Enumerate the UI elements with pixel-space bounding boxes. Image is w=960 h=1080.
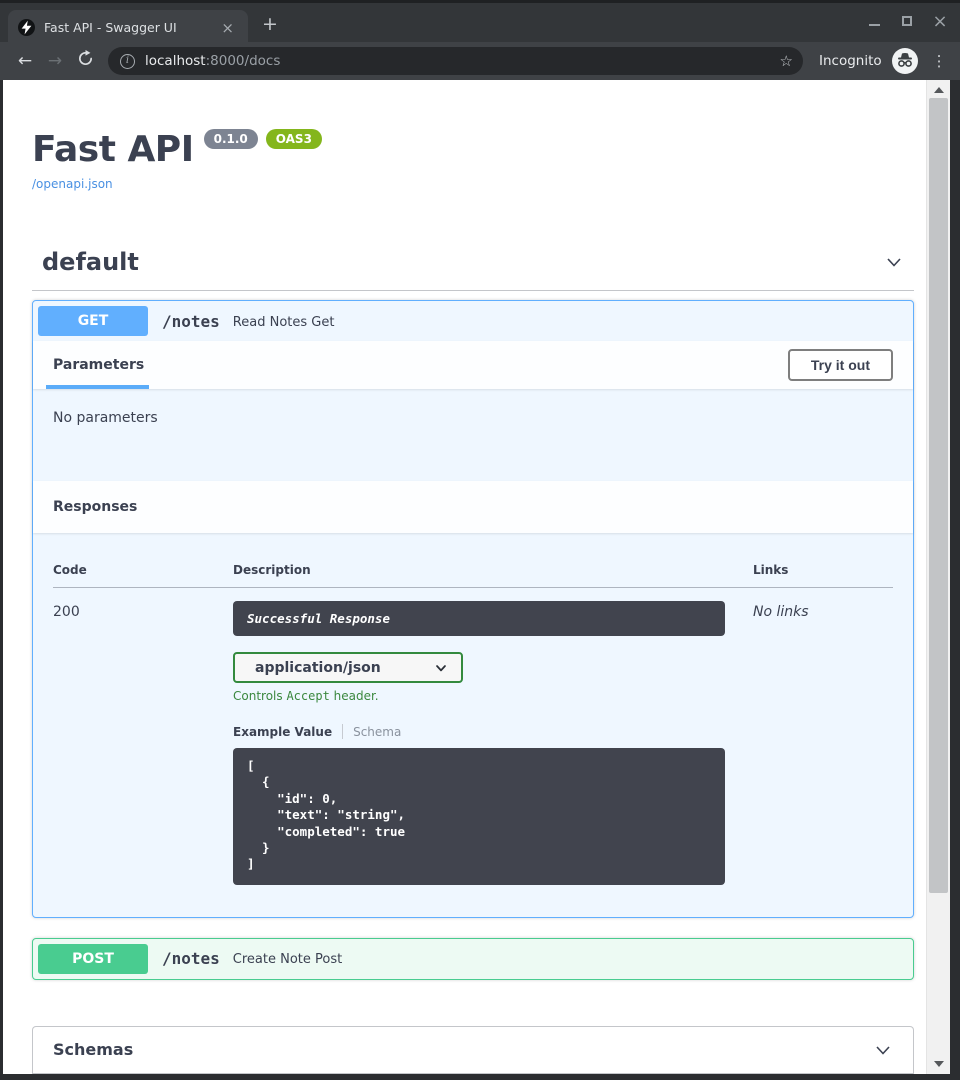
- get-path: /notes: [162, 312, 220, 331]
- tab-close-icon[interactable]: ×: [217, 19, 238, 37]
- reload-button[interactable]: [70, 50, 100, 72]
- tag-section-default[interactable]: default: [32, 248, 914, 291]
- tab-separator: [342, 724, 343, 739]
- browser-tab[interactable]: Fast API - Swagger UI ×: [8, 10, 248, 45]
- openapi-spec-link[interactable]: /openapi.json: [32, 177, 914, 191]
- schemas-section: Schemas Note: [32, 1026, 914, 1074]
- minimize-button[interactable]: [866, 13, 882, 29]
- oas3-badge: OAS3: [266, 129, 322, 149]
- example-schema-tabs: Example Value Schema: [233, 724, 753, 739]
- response-row-200: 200 Successful Response application/json: [53, 588, 893, 885]
- scrollbar-thumb[interactable]: [929, 98, 948, 893]
- window-controls: ×: [866, 13, 948, 29]
- url-host: localhost: [145, 53, 206, 69]
- try-it-out-button[interactable]: Try it out: [788, 349, 893, 381]
- maximize-icon: [902, 16, 912, 26]
- api-info: Fast API 0.1.0 OAS3 /openapi.json: [32, 129, 914, 191]
- maximize-button[interactable]: [899, 13, 915, 29]
- scroll-up-icon: [934, 87, 944, 93]
- column-header-links: Links: [753, 549, 893, 588]
- scroll-down-icon: [934, 1061, 944, 1067]
- responses-body: Code Description Links 200 Successful Re…: [33, 533, 913, 901]
- version-badge: 0.1.0: [204, 129, 258, 149]
- browser-toolbar: ← → i localhost:8000/docs ☆ Incognito ⋮: [0, 42, 960, 80]
- select-chevron-icon: [433, 660, 449, 676]
- minimize-icon: [869, 24, 880, 26]
- api-title: Fast API: [32, 129, 194, 170]
- opblock-get-header[interactable]: GET /notes Read Notes Get: [33, 301, 913, 341]
- controls-prefix: Controls: [233, 689, 286, 703]
- schemas-chevron-down-icon[interactable]: [873, 1040, 893, 1060]
- new-tab-button[interactable]: +: [262, 15, 278, 34]
- scroll-down-button[interactable]: [927, 1056, 950, 1072]
- url-text[interactable]: localhost:8000/docs: [145, 53, 774, 69]
- tab-schema[interactable]: Schema: [353, 725, 401, 739]
- controls-suffix: header.: [330, 689, 379, 703]
- get-summary: Read Notes Get: [233, 315, 335, 330]
- opblock-get-notes: GET /notes Read Notes Get Parameters Try…: [32, 300, 914, 918]
- response-code: 200: [53, 604, 80, 620]
- tab-example-value[interactable]: Example Value: [233, 725, 332, 739]
- no-links-text: No links: [753, 604, 809, 620]
- tab-title: Fast API - Swagger UI: [44, 20, 217, 35]
- no-parameters-text: No parameters: [53, 410, 158, 426]
- parameters-section-header: Parameters Try it out: [33, 341, 913, 389]
- tag-title: default: [42, 248, 139, 276]
- chevron-down-icon[interactable]: [884, 252, 904, 272]
- post-summary: Create Note Post: [233, 952, 342, 967]
- incognito-icon: [892, 48, 918, 74]
- browser-chrome: Fast API - Swagger UI × + × ← → i localh…: [0, 0, 960, 80]
- parameters-tab[interactable]: Parameters: [53, 357, 144, 373]
- forward-button[interactable]: →: [40, 51, 70, 71]
- media-type-select[interactable]: application/json: [233, 652, 463, 683]
- post-path: /notes: [162, 949, 220, 968]
- response-description: Successful Response: [233, 601, 725, 636]
- scroll-up-button[interactable]: [927, 82, 950, 98]
- site-info-icon[interactable]: i: [120, 54, 135, 69]
- close-button[interactable]: ×: [932, 13, 948, 29]
- responses-section-header: Responses: [33, 481, 913, 533]
- browser-menu-icon[interactable]: ⋮: [932, 52, 947, 70]
- get-method-badge: GET: [38, 306, 148, 336]
- back-button[interactable]: ←: [10, 51, 40, 71]
- reload-icon: [77, 50, 94, 67]
- opblock-post-header[interactable]: POST /notes Create Note Post: [33, 939, 913, 979]
- post-method-badge: POST: [38, 944, 148, 974]
- fastapi-favicon-icon: [18, 19, 35, 36]
- column-header-code: Code: [53, 549, 233, 588]
- incognito-label: Incognito: [819, 53, 882, 69]
- schemas-header[interactable]: Schemas: [33, 1027, 913, 1074]
- scrollbar[interactable]: [926, 80, 950, 1074]
- tab-strip: Fast API - Swagger UI × + ×: [0, 0, 960, 42]
- schemas-title: Schemas: [53, 1040, 133, 1059]
- address-bar[interactable]: i localhost:8000/docs ☆: [108, 47, 803, 75]
- accept-header-code: Accept: [286, 689, 329, 703]
- responses-title: Responses: [53, 499, 137, 515]
- example-json-block[interactable]: [ { "id": 0, "text": "string", "complete…: [233, 748, 725, 885]
- responses-table: Code Description Links 200 Successful Re…: [53, 549, 893, 885]
- opblock-post-notes: POST /notes Create Note Post: [32, 938, 914, 980]
- opblock-bottom-padding: [33, 901, 913, 917]
- parameters-body: No parameters: [33, 389, 913, 481]
- swagger-ui: Fast API0.1.0OAS3 /openapi.json default …: [32, 129, 914, 1074]
- page-viewport: Fast API0.1.0OAS3 /openapi.json default …: [3, 80, 950, 1074]
- media-type-value: application/json: [255, 660, 381, 676]
- column-header-description: Description: [233, 549, 753, 588]
- bookmark-star-icon[interactable]: ☆: [780, 52, 793, 70]
- url-path: :8000/docs: [206, 53, 281, 69]
- controls-accept-note: Controls Accept header.: [233, 689, 753, 703]
- active-tab-underline: [46, 385, 149, 389]
